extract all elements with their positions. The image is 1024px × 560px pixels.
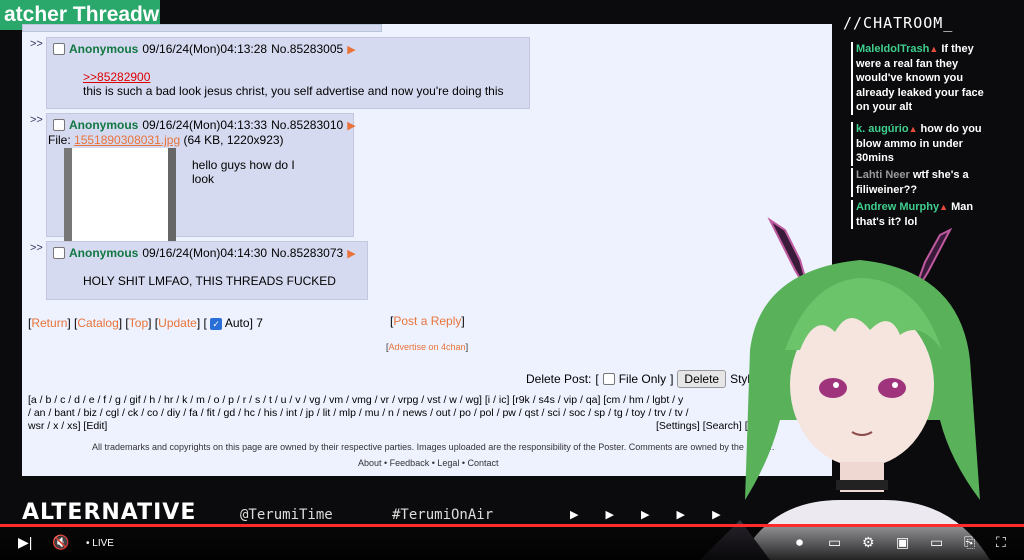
file-meta: (64 KB, 1220x923) (183, 133, 284, 147)
thread-nav: [Return] [Catalog] [Top] [Update] [ ✓ Au… (28, 316, 263, 330)
update-countdown: 7 (256, 316, 263, 330)
next-icon[interactable]: ▶| (18, 534, 32, 551)
chat-message: k. augúrio▲ how do you blow ammo in unde… (851, 122, 991, 166)
chatroom-title: //CHATROOM_ (843, 14, 954, 32)
advertise-link-wrap: [Advertise on 4chan] (386, 342, 469, 352)
board-list: [a / b / c / d / e / f / g / gif / h / h… (28, 394, 689, 433)
quote-link[interactable]: >>85282900 (83, 70, 150, 84)
live-label: LIVE (92, 538, 114, 549)
reply-post: Anonymous 09/16/24(Mon)04:14:30 No.85283… (46, 241, 368, 300)
chat-username: Lahti Neer (856, 169, 910, 181)
post-number[interactable]: No.85283005 (271, 42, 343, 56)
hashtag-text: #TerumiOnAir (392, 507, 494, 523)
return-link[interactable]: Return (31, 316, 67, 330)
fullscreen-icon[interactable]: ⛶ (996, 534, 1006, 551)
auto-update-checkbox[interactable]: ✓ (210, 317, 223, 330)
post-message: hello guys how do I (192, 158, 295, 172)
post-number[interactable]: No.85283073 (271, 246, 343, 260)
miniplayer-icon[interactable]: ▣ (896, 534, 909, 551)
vtuber-avatar (700, 217, 990, 560)
poster-name: Anonymous (69, 42, 139, 56)
chat-message: Lahti Neer wtf she's a filiweiner?? (851, 168, 991, 197)
post-message: this is such a bad look jesus christ, yo… (83, 84, 504, 98)
chat-username: k. augúrio (856, 123, 909, 135)
stream-frame: atcher Threadw >> Anonymous 09/16/24(Mon… (0, 0, 1024, 560)
footer-links[interactable]: About • Feedback • Legal • Contact (358, 458, 499, 468)
update-link[interactable]: Update (158, 316, 197, 330)
social-tag: @TerumiTime (234, 507, 333, 523)
post-message: HOLY SHIT LMFAO, THIS THREADS FUCKED (83, 274, 336, 288)
live-indicator[interactable]: • LIVE (86, 538, 114, 549)
post-checkbox[interactable] (53, 119, 65, 131)
settings-gear-icon[interactable]: ⚙ (862, 534, 875, 551)
board-list-line[interactable]: wsr / x / xs] [Edit] (28, 420, 689, 433)
advertise-link[interactable]: Advertise on 4chan (389, 342, 466, 352)
subtitles-icon[interactable]: ▭ (828, 534, 841, 551)
file-label: File: (48, 133, 71, 147)
mute-icon[interactable]: 🔇 (52, 534, 69, 551)
top-link[interactable]: Top (129, 316, 148, 330)
poster-name: Anonymous (69, 118, 139, 132)
social-tag-text: @TerumiTime (240, 507, 333, 523)
post-menu-icon[interactable]: ▶ (347, 247, 355, 260)
file-info: File: 1551890308031.jpg (64 KB, 1220x923… (48, 133, 284, 147)
post-image-thumbnail[interactable] (64, 148, 176, 244)
post-arrows: >> (30, 38, 43, 50)
post-header: Anonymous 09/16/24(Mon)04:13:28 No.85283… (53, 42, 356, 56)
reply-post: Anonymous 09/16/24(Mon)04:13:28 No.85283… (46, 37, 530, 109)
file-link[interactable]: 1551890308031.jpg (74, 133, 180, 147)
post-checkbox[interactable] (53, 43, 65, 55)
post-menu-icon[interactable]: ▶ (347, 43, 355, 56)
post-header: Anonymous 09/16/24(Mon)04:13:33 No.85283… (53, 118, 356, 132)
post-arrows: >> (30, 114, 43, 126)
post-checkbox[interactable] (53, 247, 65, 259)
post-arrows: >> (30, 242, 43, 254)
file-only-checkbox[interactable] (602, 373, 615, 385)
hashtag: #TerumiOnAir (386, 507, 493, 523)
chat-message: MaleIdolTrash▲ If they were a real fan t… (851, 42, 991, 115)
brand-logo: ALTERNATIVE (22, 500, 197, 525)
decorative-arrows: ▶ ▶ ▶ ▶ ▶ (570, 509, 733, 521)
post-number[interactable]: No.85283010 (271, 118, 343, 132)
catalog-link[interactable]: Catalog (77, 316, 118, 330)
moderator-badge-icon: ▲ (929, 44, 939, 54)
poster-name: Anonymous (69, 246, 139, 260)
autoplay-toggle-icon[interactable]: ⏺ (796, 534, 803, 551)
cast-icon[interactable]: ⎘ (964, 534, 975, 551)
post-menu-icon[interactable]: ▶ (347, 119, 355, 132)
post-reply-link[interactable]: Post a Reply (393, 314, 461, 328)
delete-post-label: Delete Post: (526, 372, 592, 386)
chat-username: MaleIdolTrash (856, 43, 930, 55)
theater-mode-icon[interactable]: ▭ (930, 534, 943, 551)
auto-label: Auto (224, 316, 250, 330)
post-reply-nav: [Post a Reply] (390, 314, 465, 328)
post-header: Anonymous 09/16/24(Mon)04:14:30 No.85283… (53, 246, 356, 260)
board-list-line[interactable]: [a / b / c / d / e / f / g / gif / h / h… (28, 394, 689, 407)
post-datetime: 09/16/24(Mon)04:13:28 (142, 42, 268, 56)
post-datetime: 09/16/24(Mon)04:14:30 (142, 246, 268, 260)
board-list-line[interactable]: / an / bant / biz / cgl / ck / co / diy … (28, 407, 689, 420)
post-datetime: 09/16/24(Mon)04:13:33 (142, 118, 268, 132)
footer-disclaimer: All trademarks and copyrights on this pa… (92, 442, 775, 452)
post-message: look (192, 172, 215, 186)
previous-post-edge (22, 24, 382, 32)
file-only-label: File Only (618, 372, 667, 386)
